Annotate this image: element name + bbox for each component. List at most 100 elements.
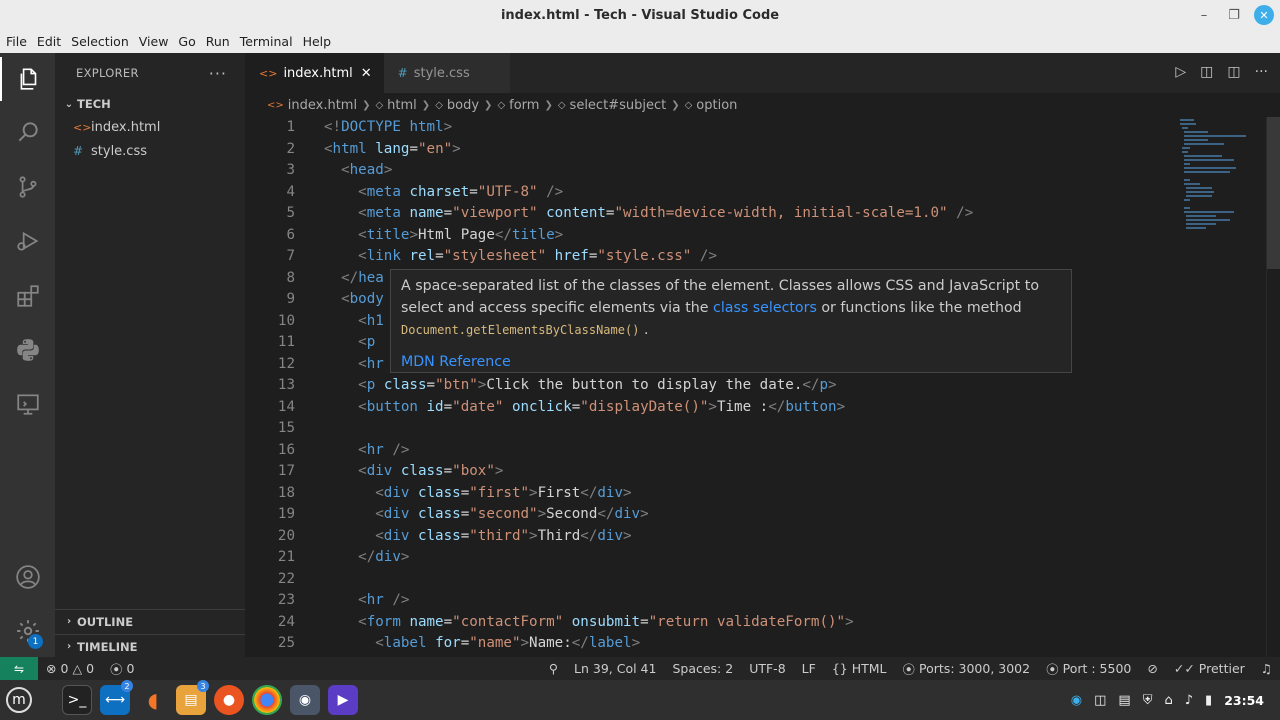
volume-icon[interactable]: ♪ (1185, 693, 1193, 708)
app-tray-icon[interactable]: ◫ (1094, 693, 1106, 708)
code-line[interactable]: 16 <hr /> (245, 440, 1180, 462)
code-line[interactable]: 14 <button id="date" onclick="displayDat… (245, 397, 1180, 419)
menu-go[interactable]: Go (174, 34, 199, 49)
close-window-icon[interactable]: ✕ (1254, 5, 1274, 25)
run-icon[interactable]: ▷ (1175, 64, 1186, 80)
menu-selection[interactable]: Selection (67, 34, 133, 49)
more-actions-icon[interactable]: ··· (1255, 64, 1268, 80)
menu-run[interactable]: Run (202, 34, 234, 49)
code-line[interactable]: 1 <!DOCTYPE html> (245, 117, 1180, 139)
code-text[interactable]: <div class="box"> (324, 461, 503, 483)
file-style-css[interactable]: # style.css (55, 139, 245, 163)
remote-indicator[interactable]: ⇋ (0, 657, 38, 680)
remote-explorer-icon[interactable] (0, 382, 55, 426)
code-text[interactable]: <!DOCTYPE html> (324, 117, 452, 139)
code-text[interactable]: <hr /> (324, 590, 409, 612)
menu-help[interactable]: Help (299, 34, 336, 49)
end-of-line[interactable]: LF (794, 661, 824, 676)
code-line[interactable]: 21 </div> (245, 547, 1180, 569)
code-text[interactable]: <meta name="viewport" content="width=dev… (324, 203, 973, 225)
menu-file[interactable]: File (2, 34, 31, 49)
language-mode[interactable]: {} HTML (824, 661, 895, 676)
screenshot-icon[interactable]: ◉ (290, 685, 320, 715)
menu-edit[interactable]: Edit (33, 34, 65, 49)
code-line[interactable]: 25 <label for="name">Name:</label> (245, 633, 1180, 655)
code-text[interactable]: <hr /> (324, 440, 409, 462)
breadcrumb-item[interactable]: option (696, 98, 737, 113)
prettier-status[interactable]: ✓✓ Prettier (1166, 661, 1253, 676)
wifi-icon[interactable]: ⌂ (1164, 693, 1172, 708)
code-line[interactable]: 6 <title>Html Page</title> (245, 225, 1180, 247)
code-line[interactable]: 7 <link rel="stylesheet" href="style.css… (245, 246, 1180, 268)
code-line[interactable]: 17 <div class="box"> (245, 461, 1180, 483)
split-editor-icon[interactable]: ◫ (1227, 64, 1240, 80)
maximize-icon[interactable]: ❐ (1224, 5, 1244, 25)
breadcrumb-item[interactable]: select#subject (570, 98, 667, 113)
notifications-muted-icon[interactable]: ⊘ (1139, 661, 1165, 676)
code-text[interactable]: <body (324, 289, 384, 311)
outline-section[interactable]: › OUTLINE (55, 609, 245, 633)
folder-tech[interactable]: ⌄ TECH (55, 93, 245, 115)
code-text[interactable]: <div class="second">Second</div> (324, 504, 648, 526)
code-text[interactable]: <p (324, 332, 384, 354)
code-text[interactable]: <label for="name">Name:</label> (324, 633, 640, 655)
class-selectors-link[interactable]: class selectors (713, 300, 817, 316)
software-center-icon[interactable]: ● (214, 685, 244, 715)
code-line[interactable]: 5 <meta name="viewport" content="width=d… (245, 203, 1180, 225)
code-line[interactable]: 23 <hr /> (245, 590, 1180, 612)
terminal-icon[interactable]: >_ (62, 685, 92, 715)
code-line[interactable]: 2 <html lang="en"> (245, 139, 1180, 161)
video-recorder-icon[interactable]: ▶ (328, 685, 358, 715)
tab-index-html[interactable]: <> index.html ✕ (245, 53, 384, 93)
menu-launcher-icon[interactable]: m (6, 687, 32, 713)
breadcrumb-item[interactable]: html (387, 98, 417, 113)
code-line[interactable]: 15 (245, 418, 1180, 440)
ports-indicator[interactable]: ⦿ 0 (102, 659, 142, 678)
code-line[interactable]: 13 <p class="btn">Click the button to di… (245, 375, 1180, 397)
code-text[interactable]: <title>Html Page</title> (324, 225, 563, 247)
account-icon[interactable] (0, 555, 55, 599)
file-index-html[interactable]: <> index.html (55, 115, 245, 139)
breadcrumb-item[interactable]: form (509, 98, 539, 113)
chrome-icon[interactable] (252, 685, 282, 715)
indentation[interactable]: Spaces: 2 (664, 661, 741, 676)
notifications-bell-icon[interactable]: ♫ (1253, 661, 1280, 676)
jupyter-icon[interactable]: ◖ (138, 685, 168, 715)
code-text[interactable]: <head> (324, 160, 392, 182)
minimap[interactable] (1180, 117, 1266, 657)
vscode-taskbar-icon[interactable]: ⟷ 2 (100, 680, 133, 715)
code-line[interactable]: 20 <div class="third">Third</div> (245, 526, 1180, 548)
encoding[interactable]: UTF-8 (741, 661, 793, 676)
code-line[interactable]: 18 <div class="first">First</div> (245, 483, 1180, 505)
breadcrumb-item[interactable]: body (447, 98, 479, 113)
code-line[interactable]: 19 <div class="second">Second</div> (245, 504, 1180, 526)
code-line[interactable]: 22 (245, 569, 1180, 591)
code-text[interactable]: <meta charset="UTF-8" /> (324, 182, 563, 204)
code-text[interactable]: <div class="third">Third</div> (324, 526, 631, 548)
forwarded-ports[interactable]: ⦿ Ports: 3000, 3002 (895, 659, 1039, 678)
python-icon[interactable] (0, 328, 55, 372)
clock[interactable]: 23:54 (1224, 693, 1264, 708)
code-text[interactable]: <button id="date" onclick="displayDate()… (324, 397, 845, 419)
camera-tray-icon[interactable]: ◉ (1071, 693, 1082, 708)
breadcrumb-item[interactable]: index.html (288, 98, 357, 113)
problems-indicator[interactable]: ⊗ 0 △ 0 (38, 661, 102, 676)
zoom-icon[interactable]: ⚲ (541, 661, 566, 676)
battery-icon[interactable]: ▮ (1205, 693, 1212, 708)
search-icon[interactable] (0, 110, 55, 154)
extensions-icon[interactable] (0, 274, 55, 318)
code-line[interactable]: 24 <form name="contactForm" onsubmit="re… (245, 612, 1180, 634)
scrollbar-thumb[interactable] (1267, 117, 1280, 269)
files-icon[interactable]: ▤ 3 (176, 680, 209, 715)
code-line[interactable]: 3 <head> (245, 160, 1180, 182)
code-text[interactable]: </hea (324, 268, 384, 290)
tab-style-css[interactable]: # style.css (383, 53, 510, 93)
open-preview-icon[interactable]: ◫ (1200, 64, 1213, 80)
code-text[interactable]: <link rel="stylesheet" href="style.css" … (324, 246, 717, 268)
source-control-icon[interactable] (0, 165, 55, 209)
shield-icon[interactable]: ⛨ (1143, 693, 1153, 708)
explorer-icon[interactable] (0, 57, 55, 101)
minimize-icon[interactable]: – (1194, 5, 1214, 25)
code-text[interactable]: <p class="btn">Click the button to displ… (324, 375, 836, 397)
live-server-port[interactable]: ⦿ Port : 5500 (1038, 659, 1139, 678)
